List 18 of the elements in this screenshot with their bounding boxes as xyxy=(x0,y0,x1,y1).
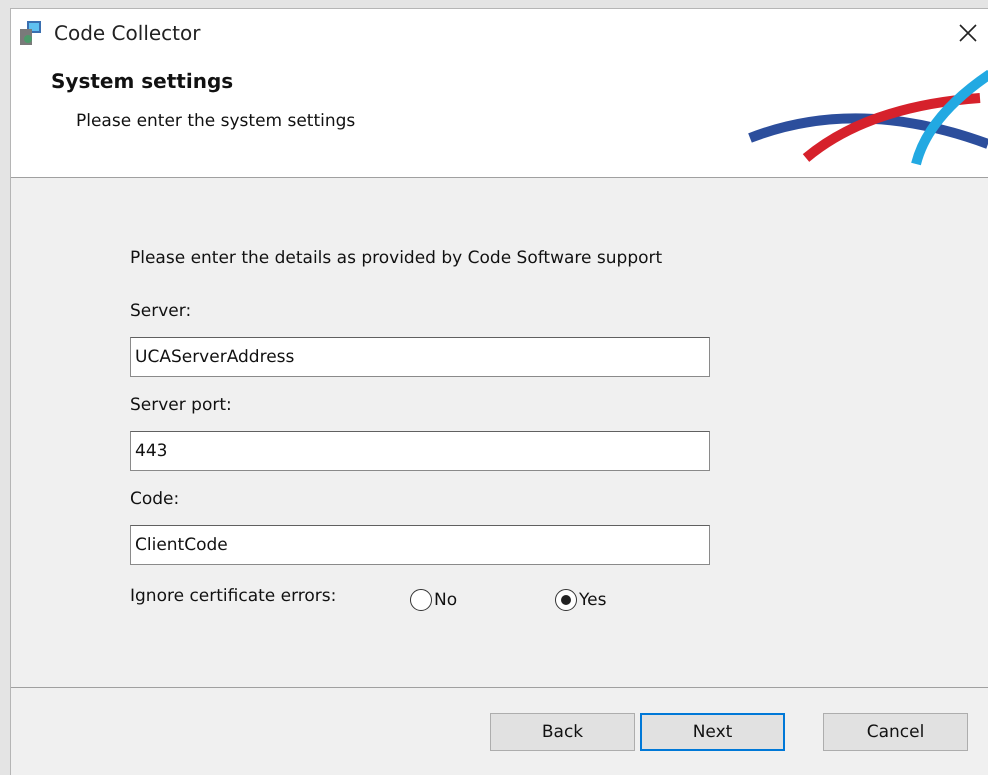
window-title: Code Collector xyxy=(54,21,200,45)
close-icon[interactable] xyxy=(958,23,978,43)
radio-option[interactable]: Yes xyxy=(555,581,700,611)
installer-icon xyxy=(18,19,44,47)
page-title: System settings xyxy=(51,69,234,93)
radio-option[interactable]: No xyxy=(410,581,555,611)
input-field[interactable]: UCAServerAddress xyxy=(130,337,710,377)
field-label: Server port: xyxy=(130,395,233,415)
wizard-button[interactable]: Next xyxy=(640,713,785,751)
field-label: Code: xyxy=(130,489,180,509)
page-subtitle: Please enter the system settings xyxy=(75,110,356,131)
wizard-button[interactable]: Cancel xyxy=(823,713,968,751)
option-label: Ignore certificate errors: xyxy=(130,586,338,606)
input-field[interactable]: ClientCode xyxy=(130,525,710,565)
input-field[interactable]: 443 xyxy=(130,431,710,471)
wizard-button[interactable]: Back xyxy=(490,713,635,751)
field-label: Server: xyxy=(130,301,192,321)
instruction-text: Please enter the details as provided by Code Software support xyxy=(130,248,664,268)
